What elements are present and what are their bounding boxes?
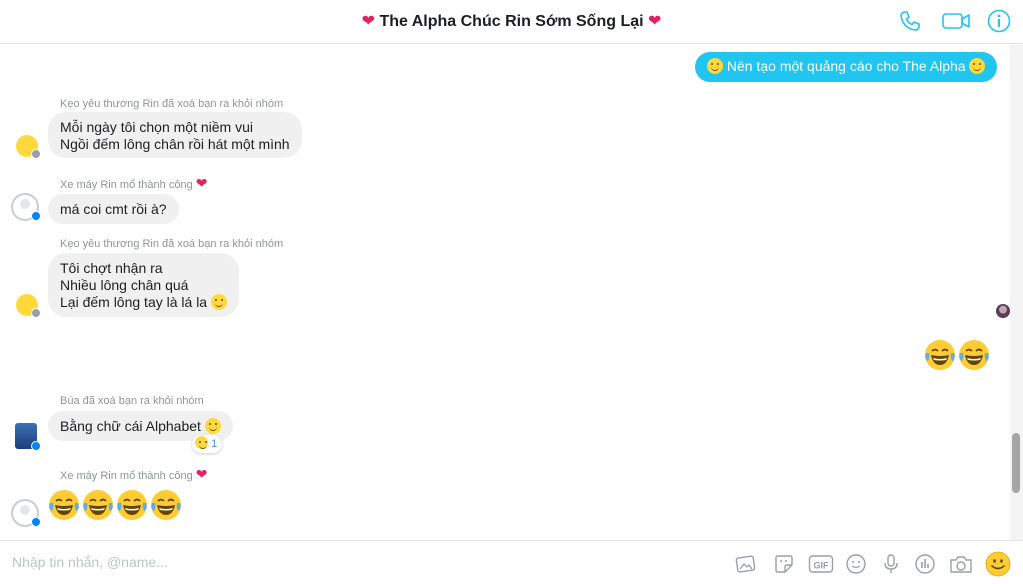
smile-emoji-icon	[969, 58, 986, 74]
incoming-message[interactable]: Tôi chợt nhận ra Nhiều lông chân quá Lại…	[48, 253, 239, 317]
message-line: Lại đếm lông tay là lá la	[60, 294, 227, 311]
gif-icon[interactable]: GIF	[808, 553, 834, 575]
incoming-message[interactable]: Mỗi ngày tôi chọn một niềm vui Ngồi đếm …	[48, 112, 302, 158]
emoji-icon[interactable]	[845, 553, 867, 575]
incoming-message[interactable]: má coi cmt rồi à?	[48, 194, 179, 224]
system-notice: Búa đã xoá bạn ra khỏi nhóm	[60, 395, 204, 407]
reaction-count: 1	[211, 438, 218, 450]
conversation-title[interactable]: ❤ The Alpha Chúc Rin Sớm Sống Lại ❤	[0, 11, 1023, 31]
system-notice: Kẹo yêu thương Rin đã xoá bạn ra khỏi nh…	[60, 98, 284, 110]
poll-icon[interactable]	[914, 553, 936, 575]
seen-avatar	[996, 304, 1010, 318]
heart-icon: ❤	[648, 13, 662, 30]
message-text: Bằng chữ cái Alphabet	[60, 418, 201, 434]
messenger-badge-icon	[31, 211, 41, 221]
conversation-title-text: The Alpha Chúc Rin Sớm Sống Lại	[379, 13, 644, 30]
message-line: Mỗi ngày tôi chọn một niềm vui	[60, 119, 253, 135]
laughing-emoji-icon	[195, 436, 208, 449]
message-text: Lại đếm lông tay là lá la	[60, 294, 208, 310]
system-notice-text: Xe máy Rin mổ thành công	[60, 179, 193, 191]
smile-emoji-icon	[210, 294, 227, 310]
message-line: Tôi chợt nhận ra	[60, 260, 163, 276]
message-text: má coi cmt rồi à?	[60, 201, 167, 217]
laughing-emoji-icon	[925, 340, 955, 370]
like-emoji-icon[interactable]	[985, 551, 1011, 577]
facebook-badge-icon	[31, 308, 41, 318]
video-icon[interactable]	[941, 8, 971, 34]
messenger-badge-icon	[31, 517, 41, 527]
messenger-badge-icon	[31, 441, 41, 451]
scrollbar-thumb[interactable]	[1012, 433, 1020, 493]
message-input[interactable]	[12, 554, 612, 570]
image-icon[interactable]	[735, 553, 757, 575]
chat-header: ❤ The Alpha Chúc Rin Sớm Sống Lại ❤	[0, 0, 1023, 44]
outgoing-message[interactable]: Nên tạo một quảng cáo cho The Alpha	[695, 52, 998, 82]
facebook-badge-icon	[31, 149, 41, 159]
microphone-icon[interactable]	[880, 553, 902, 575]
message-line: Nhiều lông chân quá	[60, 277, 189, 293]
message-thread[interactable]: Nên tạo một quảng cáo cho The Alpha Kẹo …	[0, 45, 1010, 540]
phone-icon[interactable]	[897, 8, 923, 34]
sticker-icon[interactable]	[773, 553, 795, 575]
svg-text:GIF: GIF	[814, 561, 830, 571]
smile-emoji-icon	[204, 418, 221, 434]
outgoing-emoji-message[interactable]	[924, 339, 994, 373]
message-line: Ngồi đếm lông chân rồi hát một mình	[60, 136, 290, 152]
info-icon[interactable]	[986, 8, 1012, 34]
laughing-emoji-icon	[959, 340, 989, 370]
laughing-emoji-icon	[49, 490, 79, 520]
laughing-emoji-icon	[83, 490, 113, 520]
message-reaction[interactable]: 1	[192, 435, 223, 453]
smile-emoji-icon	[707, 58, 723, 74]
heart-icon: ❤	[195, 175, 208, 191]
system-notice: Xe máy Rin mổ thành công ❤	[60, 175, 207, 192]
laughing-emoji-icon	[151, 490, 181, 520]
incoming-emoji-message[interactable]	[48, 489, 188, 523]
system-notice: Xe máy Rin mổ thành công ❤	[60, 466, 207, 483]
thread-scrollbar[interactable]	[1010, 45, 1023, 540]
chat-window: ❤ The Alpha Chúc Rin Sớm Sống Lại ❤ Nên …	[0, 0, 1023, 584]
laughing-emoji-icon	[117, 490, 147, 520]
heart-icon: ❤	[361, 13, 375, 30]
system-notice-text: Xe máy Rin mổ thành công	[60, 470, 193, 482]
heart-icon: ❤	[195, 466, 208, 482]
message-text: Nên tạo một quảng cáo cho The Alpha	[726, 58, 966, 74]
system-notice: Kẹo yêu thương Rin đã xoá bạn ra khỏi nh…	[60, 238, 284, 250]
message-composer: GIF	[0, 540, 1023, 584]
camera-icon[interactable]	[948, 553, 974, 575]
